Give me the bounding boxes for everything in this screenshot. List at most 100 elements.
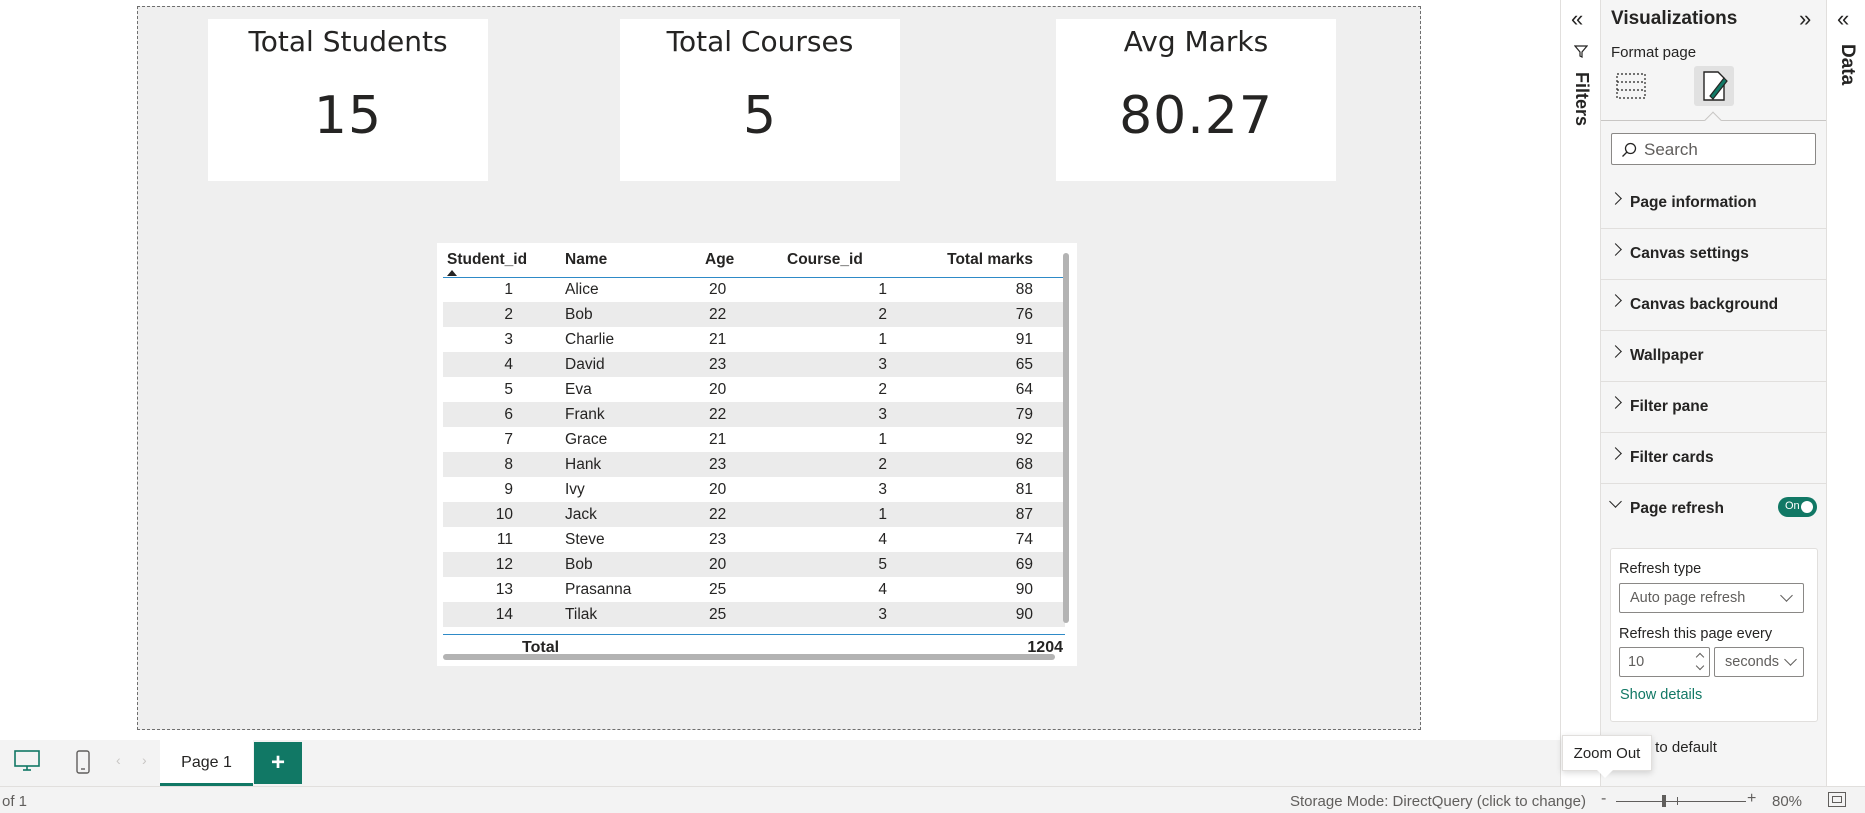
show-details-link[interactable]: Show details bbox=[1620, 687, 1702, 703]
format-page-icon[interactable] bbox=[1694, 66, 1734, 106]
chevron-right-icon bbox=[1609, 345, 1622, 358]
filters-pane: « Filters bbox=[1560, 0, 1600, 786]
horizontal-scrollbar[interactable] bbox=[443, 654, 1055, 660]
table-cell: 1 bbox=[504, 280, 513, 298]
mobile-view-icon[interactable] bbox=[76, 750, 90, 779]
table-cell: 88 bbox=[1015, 280, 1033, 298]
refresh-unit-value: seconds bbox=[1725, 654, 1780, 670]
table-row[interactable]: 2 Bob 22 2 76 bbox=[443, 302, 1065, 327]
table-cell: 76 bbox=[1015, 305, 1033, 323]
next-page-icon[interactable]: › bbox=[142, 752, 147, 768]
students-table-visual[interactable]: Student_id Name Age Course_id Total mark… bbox=[437, 243, 1077, 666]
table-cell: 68 bbox=[1015, 455, 1033, 473]
card-total-courses[interactable]: Total Courses 5 bbox=[620, 19, 900, 181]
chevron-down-icon bbox=[1780, 589, 1793, 602]
zoom-level[interactable]: 80% bbox=[1772, 793, 1802, 810]
collapse-data-icon[interactable]: « bbox=[1837, 6, 1849, 32]
page-refresh-toggle[interactable]: On bbox=[1778, 497, 1817, 517]
table-cell: 91 bbox=[1015, 330, 1033, 348]
table-cell: 25 bbox=[709, 580, 727, 598]
page-tab[interactable]: Page 1 bbox=[160, 740, 253, 786]
table-row[interactable]: 9 Ivy 20 3 81 bbox=[443, 477, 1065, 502]
refresh-type-dropdown[interactable]: Auto page refresh bbox=[1619, 583, 1804, 613]
card-value: 5 bbox=[742, 86, 778, 146]
search-input[interactable] bbox=[1644, 139, 1809, 161]
table-row[interactable]: 14 Tilak 25 3 90 bbox=[443, 602, 1065, 627]
section-label: Page refresh bbox=[1630, 500, 1724, 517]
table-cell: 3 bbox=[878, 405, 887, 423]
report-page[interactable]: Total Students 15 Total Courses 5 Avg Ma… bbox=[137, 6, 1421, 730]
desktop-view-icon[interactable] bbox=[14, 750, 40, 777]
card-value: 80.27 bbox=[1119, 86, 1273, 146]
column-header-label: Name bbox=[565, 251, 608, 268]
refresh-unit-dropdown[interactable]: seconds bbox=[1714, 647, 1804, 677]
table-row[interactable]: 6 Frank 22 3 79 bbox=[443, 402, 1065, 427]
stepper-up-icon[interactable] bbox=[1695, 652, 1705, 662]
zoom-slider[interactable] bbox=[1616, 801, 1746, 802]
add-page-button[interactable]: + bbox=[254, 742, 302, 784]
chevron-right-icon bbox=[1609, 294, 1622, 307]
table-row[interactable]: 7 Grace 21 1 92 bbox=[443, 427, 1065, 452]
zoom-in-button[interactable]: + bbox=[1747, 790, 1756, 808]
card-avg-marks[interactable]: Avg Marks 80.27 bbox=[1056, 19, 1336, 181]
table-cell: 22 bbox=[709, 505, 727, 523]
card-total-students[interactable]: Total Students 15 bbox=[208, 19, 488, 181]
section-page-refresh[interactable]: Page refresh On bbox=[1601, 484, 1827, 530]
storage-mode-button[interactable]: Storage Mode: DirectQuery (click to chan… bbox=[1290, 793, 1586, 810]
table-row[interactable]: 5 Eva 20 2 64 bbox=[443, 377, 1065, 402]
table-row[interactable]: 4 David 23 3 65 bbox=[443, 352, 1065, 377]
table-cell: 79 bbox=[1015, 405, 1033, 423]
table-cell: 3 bbox=[878, 480, 887, 498]
table-cell: 2 bbox=[504, 305, 513, 323]
refresh-interval-input[interactable]: 10 bbox=[1619, 647, 1710, 677]
zoom-out-button[interactable]: - bbox=[1601, 790, 1606, 808]
table-row[interactable]: 3 Charlie 21 1 91 bbox=[443, 327, 1065, 352]
card-value: 15 bbox=[313, 86, 383, 146]
table-cell: 1 bbox=[878, 430, 887, 448]
table-cell: 9 bbox=[504, 480, 513, 498]
section-canvas-settings[interactable]: Canvas settings bbox=[1601, 229, 1827, 280]
table-cell: 4 bbox=[878, 580, 887, 598]
table-cell: 5 bbox=[878, 555, 887, 573]
table-body: 1 Alice 20 1 88 2 Bob 22 2 76 3 Charlie 21 1 91 4 David 2… bbox=[443, 277, 1065, 627]
table-row[interactable]: 13 Prasanna 25 4 90 bbox=[443, 577, 1065, 602]
toggle-label: On bbox=[1785, 500, 1800, 512]
table-cell: 20 bbox=[709, 480, 727, 498]
section-wallpaper[interactable]: Wallpaper bbox=[1601, 331, 1827, 382]
search-box[interactable] bbox=[1611, 133, 1816, 165]
table-cell: 20 bbox=[709, 280, 727, 298]
table-row[interactable]: 1 Alice 20 1 88 bbox=[443, 277, 1065, 302]
section-label: Wallpaper bbox=[1630, 347, 1704, 364]
column-header-course-id[interactable]: Course_id bbox=[783, 247, 921, 278]
filters-pane-label[interactable]: Filters bbox=[1571, 72, 1592, 126]
table-row[interactable]: 11 Steve 23 4 74 bbox=[443, 527, 1065, 552]
section-canvas-background[interactable]: Canvas background bbox=[1601, 280, 1827, 331]
table-row[interactable]: 8 Hank 23 2 68 bbox=[443, 452, 1065, 477]
table-cell: 20 bbox=[709, 380, 727, 398]
table-cell: 3 bbox=[878, 605, 887, 623]
table-cell: 2 bbox=[878, 305, 887, 323]
chevron-right-icon bbox=[1609, 192, 1622, 205]
visualizations-title: Visualizations bbox=[1611, 8, 1738, 29]
build-visual-icon[interactable] bbox=[1615, 70, 1647, 102]
table-row[interactable]: 10 Jack 22 1 87 bbox=[443, 502, 1065, 527]
section-filter-pane[interactable]: Filter pane bbox=[1601, 382, 1827, 433]
stepper-down-icon[interactable] bbox=[1695, 661, 1705, 671]
vertical-scrollbar[interactable] bbox=[1063, 253, 1069, 623]
table-cell: 69 bbox=[1015, 555, 1033, 573]
section-filter-cards[interactable]: Filter cards bbox=[1601, 433, 1827, 484]
section-page-information[interactable]: Page information bbox=[1601, 178, 1827, 229]
column-header-student-id[interactable]: Student_id bbox=[443, 247, 561, 278]
column-header-total-marks[interactable]: Total marks bbox=[921, 247, 1065, 278]
table-row[interactable]: 12 Bob 20 5 69 bbox=[443, 552, 1065, 577]
data-pane-label[interactable]: Data bbox=[1836, 44, 1858, 85]
zoom-out-tooltip: Zoom Out bbox=[1562, 735, 1652, 778]
expand-visualizations-icon[interactable]: » bbox=[1799, 6, 1811, 32]
zoom-slider-thumb[interactable] bbox=[1662, 795, 1666, 807]
column-header-age[interactable]: Age bbox=[701, 247, 783, 278]
previous-page-icon[interactable]: ‹ bbox=[116, 752, 121, 768]
section-label: Canvas settings bbox=[1630, 245, 1749, 262]
collapse-filters-icon[interactable]: « bbox=[1571, 6, 1583, 32]
column-header-name[interactable]: Name bbox=[561, 247, 701, 278]
fit-to-page-icon[interactable] bbox=[1828, 792, 1846, 807]
